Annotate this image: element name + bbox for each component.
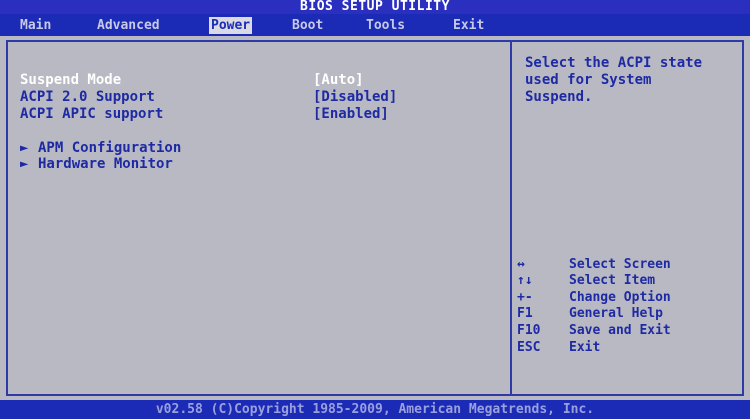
tab-boot[interactable]: Boot [290, 17, 325, 34]
key-legend-row: +- Change Option [517, 289, 671, 306]
plus-minus-key: +- [517, 290, 533, 305]
setting-acpi-2-value[interactable]: [Disabled] [313, 89, 397, 105]
setting-acpi-apic-value[interactable]: [Enabled] [313, 106, 389, 122]
key-desc: Select Item [569, 273, 656, 288]
submenu-hardware-monitor[interactable]: ► Hardware Monitor [20, 156, 173, 172]
key-desc: Change Option [569, 290, 671, 305]
setting-suspend-mode-label[interactable]: Suspend Mode [20, 72, 121, 88]
left-right-arrow-icon: ↔ [517, 257, 525, 272]
setting-acpi-2-label[interactable]: ACPI 2.0 Support [20, 89, 155, 105]
setting-acpi-apic-label[interactable]: ACPI APIC support [20, 106, 163, 122]
submenu-apm-configuration[interactable]: ► APM Configuration [20, 140, 181, 156]
tab-main[interactable]: Main [18, 17, 53, 34]
submenu-label: Hardware Monitor [38, 156, 173, 172]
help-text: Select the ACPI state used for System Su… [525, 55, 703, 105]
help-divider [510, 42, 512, 394]
bios-title: BIOS SETUP UTILITY [0, 0, 750, 14]
key-desc: Exit [569, 340, 601, 355]
triangle-right-icon: ► [20, 156, 29, 172]
key-legend-row: F10 Save and Exit [517, 322, 671, 339]
copyright-footer: v02.58 (C)Copyright 1985-2009, American … [0, 400, 750, 419]
key-legend-row: ESC Exit [517, 339, 600, 356]
tab-power[interactable]: Power [209, 17, 253, 34]
key-desc: Save and Exit [569, 323, 671, 338]
setting-suspend-mode-value[interactable]: [Auto] [313, 72, 364, 88]
triangle-right-icon: ► [20, 140, 29, 156]
tab-advanced[interactable]: Advanced [95, 17, 162, 34]
f1-key: F1 [517, 306, 533, 321]
esc-key: ESC [517, 340, 541, 355]
tab-exit[interactable]: Exit [451, 17, 486, 34]
key-legend-row: F1 General Help [517, 305, 663, 322]
submenu-label: APM Configuration [38, 140, 182, 156]
menu-bar: Main Advanced Power Boot Tools Exit [0, 14, 750, 36]
key-legend-row: ↑↓ Select Item [517, 272, 655, 289]
up-down-arrow-icon: ↑↓ [517, 273, 533, 288]
tab-tools[interactable]: Tools [364, 17, 407, 34]
f10-key: F10 [517, 323, 541, 338]
key-desc: General Help [569, 306, 663, 321]
key-legend-row: ↔ Select Screen [517, 256, 671, 273]
key-desc: Select Screen [569, 257, 671, 272]
